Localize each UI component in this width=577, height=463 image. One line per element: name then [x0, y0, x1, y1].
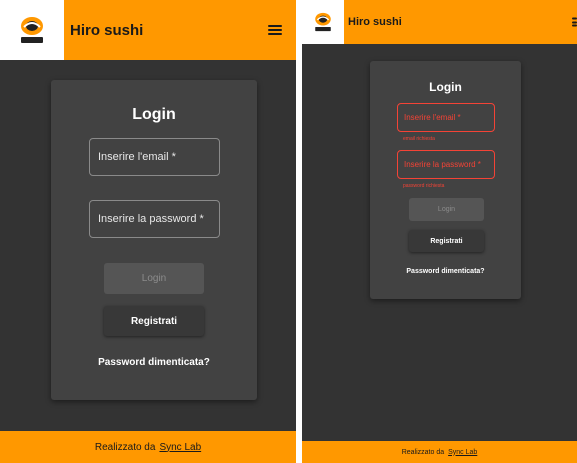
password-placeholder: Inserire la password * [98, 213, 204, 225]
app-footer: Realizzato da Sync Lab [0, 431, 296, 463]
hamburger-menu-icon[interactable] [572, 17, 577, 27]
password-placeholder: Inserire la password * [404, 160, 481, 169]
footer-prefix: Realizzato da [94, 441, 156, 453]
login-card: Login Inserire l'email * email richiesta… [370, 61, 521, 299]
email-placeholder: Inserire l'email * [404, 113, 461, 122]
app-header: Hiro sushi [302, 0, 577, 44]
login-title: Login [429, 80, 462, 94]
footer-prefix: Realizzato da [401, 448, 445, 456]
email-error: email richiesta [403, 136, 435, 142]
register-button[interactable]: Registrati [409, 230, 484, 252]
app-title: Hiro sushi [348, 16, 402, 28]
password-field[interactable]: Inserire la password * [89, 200, 220, 238]
email-field[interactable]: Inserire l'email * [397, 103, 495, 132]
app-header: Hiro sushi [0, 0, 296, 60]
footer-sync-lab-link[interactable]: Sync Lab [448, 449, 477, 456]
logo[interactable] [0, 0, 64, 60]
login-screen-errors: Hiro sushi Login Inserire l'email * emai… [302, 0, 577, 463]
password-field[interactable]: Inserire la password * [397, 150, 495, 179]
email-field[interactable]: Inserire l'email * [89, 138, 220, 176]
hiro-sushi-logo-icon [21, 17, 43, 43]
forgot-password-link[interactable]: Password dimenticata? [51, 357, 257, 368]
login-screen-default: Hiro sushi Login Inserire l'email * Inse… [0, 0, 296, 463]
footer-sync-lab-link[interactable]: Sync Lab [159, 442, 201, 453]
hamburger-menu-icon[interactable] [268, 25, 282, 35]
app-footer: Realizzato da Sync Lab [302, 441, 577, 463]
password-error: password richiesta [403, 183, 445, 189]
login-button[interactable]: Login [409, 198, 484, 221]
logo[interactable] [302, 0, 344, 44]
login-button[interactable]: Login [104, 263, 204, 294]
login-card: Login Inserire l'email * Inserire la pas… [51, 80, 257, 400]
app-title: Hiro sushi [70, 21, 144, 39]
register-button[interactable]: Registrati [104, 306, 204, 336]
hiro-sushi-logo-icon [315, 12, 331, 32]
forgot-password-link[interactable]: Password dimenticata? [370, 268, 521, 275]
email-placeholder: Inserire l'email * [98, 151, 176, 163]
login-title: Login [132, 106, 176, 123]
